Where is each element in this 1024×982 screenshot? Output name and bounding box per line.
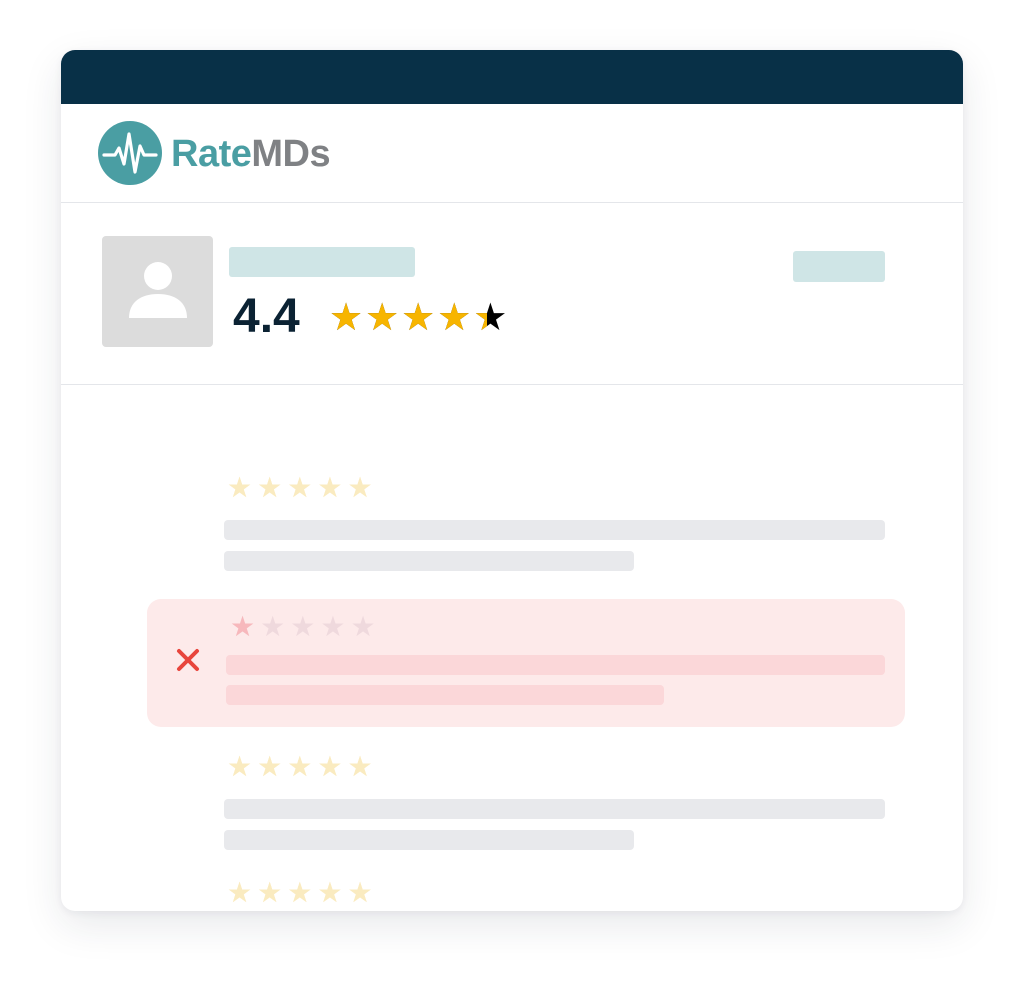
star-icon: ★★	[437, 297, 472, 339]
star-icon: ★★	[257, 751, 283, 782]
star-icon: ★★	[320, 611, 346, 642]
star-icon: ★★	[473, 297, 508, 339]
star-icon: ★★	[317, 472, 343, 503]
review-text-placeholder	[224, 551, 634, 571]
star-icon: ★★	[287, 472, 313, 503]
star-icon: ★★	[227, 472, 253, 503]
brand-name-rate: Rate	[171, 133, 252, 175]
brand-name-mds: MDs	[251, 133, 331, 175]
average-rating-value: 4.4	[233, 290, 300, 343]
ratemds-window: RateMDs 4.4 ★ ★ ★ ★ ★ ★ ★ ★ ★ ★ ★ ★ ★ ★ ★ ★ ★ ★ ★ ★ ★ ★ ★ ★ ★ ★…	[61, 50, 963, 911]
star-icon: ★★	[329, 297, 364, 339]
review-text-placeholder	[226, 655, 885, 675]
review-rating-stars: ★★★★★★★★★★	[227, 879, 373, 907]
user-silhouette-icon	[129, 262, 187, 318]
star-icon: ★★	[401, 297, 436, 339]
review-item: ★ ★ ★ ★ ★ ★ ★ ★ ★ ★	[147, 474, 887, 584]
star-icon: ★★	[317, 877, 343, 908]
doctor-name-placeholder	[229, 247, 415, 277]
review-rating-stars: ★★★★★★★★★★	[227, 474, 373, 502]
avatar	[102, 236, 213, 347]
specialty-tag-placeholder	[793, 251, 885, 282]
brand-wordmark[interactable]: RateMDs	[171, 132, 331, 176]
star-icon: ★★	[227, 751, 253, 782]
red-x-icon	[177, 649, 199, 671]
star-icon: ★★	[287, 751, 313, 782]
star-icon: ★★	[287, 877, 313, 908]
star-icon: ★★	[347, 751, 373, 782]
review-rating-stars: ★★★★★★★★★★	[227, 753, 373, 781]
review-text-placeholder	[224, 830, 634, 850]
star-icon: ★★	[257, 472, 283, 503]
star-icon: ★★	[227, 877, 253, 908]
site-header: RateMDs	[61, 104, 963, 203]
star-icon: ★★	[290, 611, 316, 642]
star-icon: ★★	[260, 611, 286, 642]
star-icon: ★★	[347, 472, 373, 503]
star-icon: ★★	[365, 297, 400, 339]
doctor-profile-summary: 4.4 ★★★★★★★★★★	[61, 203, 963, 385]
heartbeat-logo-icon[interactable]	[98, 121, 162, 185]
average-rating-stars: ★★★★★★★★★★	[329, 299, 507, 337]
review-text-placeholder	[226, 685, 664, 705]
review-text-placeholder	[224, 799, 885, 819]
review-item: ★ ★ ★ ★ ★ ★ ★ ★ ★ ★	[147, 879, 887, 911]
review-rating-stars: ★★★★★★★★★★	[230, 613, 376, 641]
star-icon: ★★	[350, 611, 376, 642]
star-icon: ★★	[257, 877, 283, 908]
top-bar	[61, 50, 963, 104]
star-icon: ★★	[317, 751, 343, 782]
star-icon: ★★	[347, 877, 373, 908]
star-icon: ★★	[230, 611, 256, 642]
review-text-placeholder	[224, 520, 885, 540]
review-list: ★★★★★★★★★★ ★★★★★★★★★★ ★★★★★★★★★★ ★★★★★★★…	[61, 385, 963, 911]
review-item-rejected: ★★★★★★★★★★	[147, 599, 905, 727]
review-item: ★ ★ ★ ★ ★ ★ ★ ★ ★ ★	[147, 753, 887, 863]
